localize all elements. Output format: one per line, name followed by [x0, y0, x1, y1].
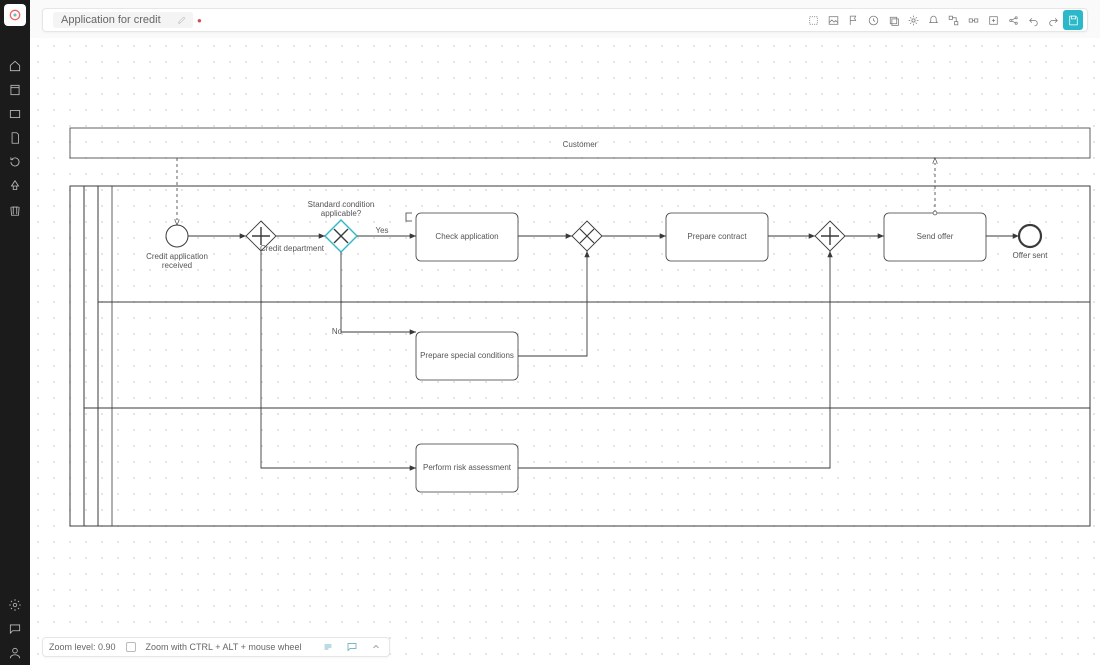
feedback-icon[interactable] [321, 640, 335, 654]
unsaved-indicator: ● [197, 16, 202, 25]
settings-icon[interactable] [5, 595, 25, 615]
diagram-title: Application for credit [61, 14, 161, 26]
workflow-icon[interactable] [943, 10, 963, 30]
start-event-label-l1: Credit application [146, 252, 208, 261]
home-icon[interactable] [5, 56, 25, 76]
edit-title-icon[interactable] [177, 15, 187, 28]
save-button[interactable] [1063, 10, 1083, 30]
modeler-canvas[interactable] [30, 38, 1100, 665]
zoom-level-label: Zoom level: 0.90 [49, 642, 116, 652]
status-bar: Zoom level: 0.90 Zoom with CTRL + ALT + … [42, 637, 390, 657]
zoom-hint: Zoom with CTRL + ALT + mouse wheel [146, 642, 302, 652]
trash-icon[interactable] [5, 200, 25, 220]
share-icon[interactable] [1003, 10, 1023, 30]
flag-icon[interactable] [843, 10, 863, 30]
gateway2-label-l2: applicable? [321, 209, 362, 218]
task-special-label: Prepare special conditions [420, 351, 514, 360]
diagram-title-field[interactable]: Application for credit [53, 12, 193, 28]
app-logo[interactable] [4, 4, 26, 26]
user-icon[interactable] [5, 643, 25, 663]
task-risk-label: Perform risk assessment [423, 463, 512, 472]
top-bar: Application for credit ● [42, 8, 1088, 32]
end-event-label: Offer sent [1013, 251, 1049, 260]
document-icon[interactable] [5, 128, 25, 148]
flow-no-label: No [332, 327, 343, 336]
chat-icon[interactable] [345, 640, 359, 654]
comments-icon[interactable] [5, 619, 25, 639]
tree-icon[interactable] [5, 176, 25, 196]
gateway2-label-l1: Standard condition [308, 200, 375, 209]
flow-yes-label: Yes [375, 226, 388, 235]
task-prepare-label: Prepare contract [687, 232, 747, 241]
refresh-icon[interactable] [5, 152, 25, 172]
layers-icon[interactable] [883, 10, 903, 30]
left-sidebar [0, 0, 30, 665]
notify-icon[interactable] [923, 10, 943, 30]
marquee-icon[interactable] [803, 10, 823, 30]
collapse-up-icon[interactable] [369, 640, 383, 654]
picture-icon[interactable] [823, 10, 843, 30]
undo-icon[interactable] [1023, 10, 1043, 30]
toolbar [803, 10, 1087, 30]
zoom-reset-icon[interactable] [126, 642, 136, 652]
diagram-icon[interactable] [5, 104, 25, 124]
pool-customer-label: Customer [563, 140, 598, 149]
gateway1-label: Credit department [260, 244, 325, 253]
gear-icon[interactable] [903, 10, 923, 30]
deploy-icon[interactable] [963, 10, 983, 30]
start-event-label-l2: received [162, 261, 192, 270]
history-icon[interactable] [863, 10, 883, 30]
redo-icon[interactable] [1043, 10, 1063, 30]
export-icon[interactable] [983, 10, 1003, 30]
task-send-label: Send offer [917, 232, 954, 241]
repo-icon[interactable] [5, 80, 25, 100]
task-check-label: Check application [435, 232, 498, 241]
